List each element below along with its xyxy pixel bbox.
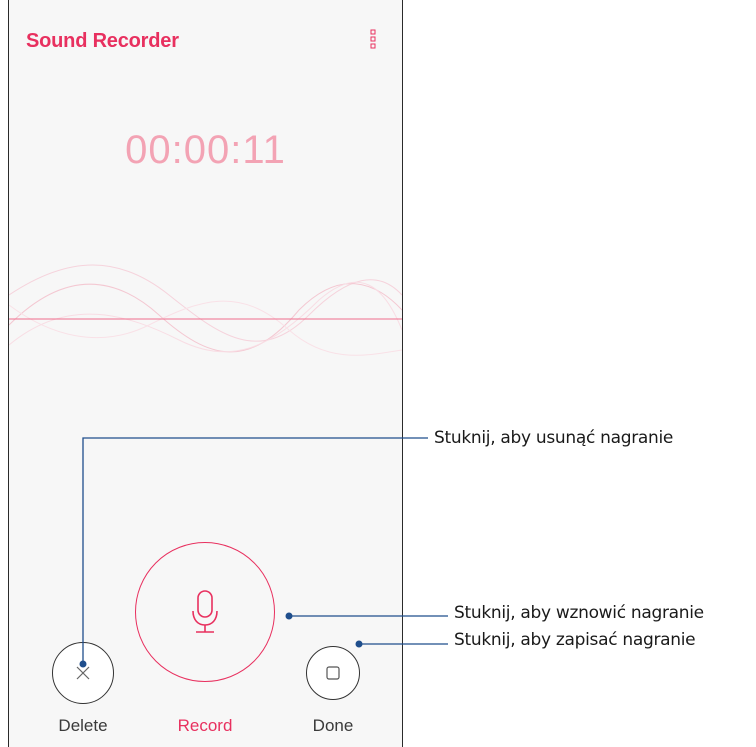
elapsed-time: 00:00:11	[125, 128, 286, 172]
app-title: Sound Recorder	[26, 30, 179, 52]
delete-button[interactable]	[52, 642, 114, 704]
done-callout-text: Stuknij, aby zapisać nagranie	[454, 630, 696, 650]
record-label: Record	[177, 716, 233, 735]
stop-icon	[326, 666, 340, 680]
close-icon	[76, 666, 90, 680]
more-vertical-icon[interactable]	[370, 29, 376, 49]
record-callout-text: Stuknij, aby wznowić nagranie	[454, 603, 704, 623]
microphone-icon	[192, 590, 218, 633]
done-label: Done	[312, 716, 354, 735]
delete-callout-text: Stuknij, aby usunąć nagranie	[434, 428, 674, 448]
waveform	[9, 264, 402, 356]
record-button[interactable]	[135, 542, 275, 682]
delete-label: Delete	[58, 716, 108, 735]
phone-screen: Sound Recorder 00:00:11 Delete Record Do…	[8, 0, 403, 747]
done-button[interactable]	[306, 646, 360, 700]
